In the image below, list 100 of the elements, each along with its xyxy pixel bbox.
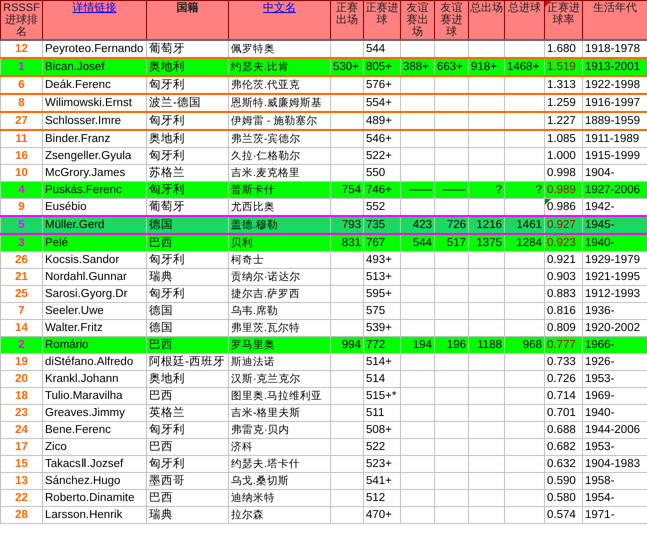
table-cell (504, 422, 544, 438)
table-cell: 0.777 (544, 336, 582, 354)
table-cell: 弗雷克·贝内 (228, 422, 330, 438)
table-cell: 奥地利 (146, 370, 228, 388)
table-cell: 8 (0, 94, 42, 112)
table-cell: Nordahl.Gunnar (42, 268, 146, 286)
table-cell: Deák.Ferenc (42, 76, 146, 94)
table-cell (468, 130, 504, 148)
table-cell (468, 112, 504, 130)
table-cell: 约瑟夫.塔卡什 (228, 456, 330, 472)
table-cell: Binder.Franz (42, 130, 146, 148)
table-cell (330, 370, 364, 388)
table-cell (468, 268, 504, 286)
table-cell: 盖德.穆勒 (228, 216, 330, 234)
table-cell (434, 490, 468, 506)
table-cell: 巴西 (146, 336, 228, 354)
table-cell (400, 456, 434, 472)
header-link[interactable]: 中文名 (263, 2, 296, 14)
table-cell (504, 354, 544, 370)
table-cell (400, 94, 434, 112)
table-cell (504, 286, 544, 302)
table-cell: 巴西 (146, 388, 228, 404)
table-cell: 斯迪法诺 (228, 354, 330, 370)
table-cell: 匈牙利 (146, 76, 228, 94)
table-cell: 21 (0, 268, 42, 286)
table-cell: 1.313 (544, 76, 582, 94)
table-cell (504, 456, 544, 472)
header-link[interactable]: 详情链接 (72, 2, 116, 14)
table-cell (504, 302, 544, 320)
table-cell (330, 252, 364, 268)
table-cell (468, 370, 504, 388)
table-cell: 0.883 (544, 286, 582, 302)
table-cell: 28 (0, 506, 42, 524)
table-cell: Wilimowski.Ernst (42, 94, 146, 112)
table-cell: 18 (0, 388, 42, 404)
table-cell (330, 94, 364, 112)
table-cell: 0.989 (544, 182, 582, 198)
table-cell (330, 490, 364, 506)
table-cell: 0.701 (544, 404, 582, 422)
table-cell (400, 438, 434, 456)
table-cell: 25 (0, 286, 42, 302)
table-cell (504, 404, 544, 422)
table-cell: 1468+ (504, 58, 544, 76)
table-cell: 514+ (364, 354, 400, 370)
table-cell: 493+ (364, 252, 400, 268)
table-cell (434, 130, 468, 148)
table-cell: Kocsis.Sandor (42, 252, 146, 268)
table-cell: 弗伦茨.代亚克 (228, 76, 330, 94)
table-cell: 11 (0, 130, 42, 148)
header-cell: 友谊赛出场 (400, 0, 434, 40)
table-cell (434, 268, 468, 286)
table-cell: 拉尔森 (228, 506, 330, 524)
table-cell (434, 472, 468, 490)
table-cell (400, 268, 434, 286)
table-cell (400, 112, 434, 130)
table-cell (468, 438, 504, 456)
table-cell (400, 404, 434, 422)
table-cell: 423 (400, 216, 434, 234)
table-cell: 0.714 (544, 388, 582, 404)
table-cell: 匈牙利 (146, 112, 228, 130)
table-cell: 济科 (228, 438, 330, 456)
table-cell (468, 94, 504, 112)
table-cell: Larsson.Henrik (42, 506, 146, 524)
table-cell: 27 (0, 112, 42, 130)
table-cell: 512 (364, 490, 400, 506)
table-cell (434, 404, 468, 422)
table-cell: 196 (434, 336, 468, 354)
table-cell: Tulio.Maravilha (42, 388, 146, 404)
table-cell: 匈牙利 (146, 182, 228, 198)
header-cell: 生活年代 (582, 0, 647, 40)
table-cell: 阿根廷-西班牙 (146, 354, 228, 370)
table-cell: 1.085 (544, 130, 582, 148)
table-cell (434, 506, 468, 524)
table-cell: 伊姆雷 - 施勒塞尔 (228, 112, 330, 130)
table-cell: 544 (400, 234, 434, 252)
table-cell: 0.923 (544, 234, 582, 252)
table-cell: 517 (434, 234, 468, 252)
table-cell: 捷尔吉.萨罗西 (228, 286, 330, 302)
table-cell: 918+ (468, 58, 504, 76)
table-cell: 英格兰 (146, 404, 228, 422)
header-cell: RSSSF进球排名 (0, 0, 42, 40)
table-cell (504, 76, 544, 94)
table-cell: 16 (0, 148, 42, 164)
table-cell (434, 302, 468, 320)
table-cell: 巴西 (146, 438, 228, 456)
header-cell: 总出场 (468, 0, 504, 40)
table-cell: 726 (434, 216, 468, 234)
table-cell: Roberto.Dinamite (42, 490, 146, 506)
table-cell (468, 286, 504, 302)
table-cell: 1913-2001 (582, 58, 647, 76)
table-cell: 1.259 (544, 94, 582, 112)
table-cell (330, 388, 364, 404)
table-cell: 24 (0, 422, 42, 438)
table-cell: 754 (330, 182, 364, 198)
table-cell: 1.519 (544, 58, 582, 76)
table-cell: 0.574 (544, 506, 582, 524)
table-cell (330, 404, 364, 422)
table-cell: 595+ (364, 286, 400, 302)
table-cell: 0.816 (544, 302, 582, 320)
table-cell (330, 112, 364, 130)
